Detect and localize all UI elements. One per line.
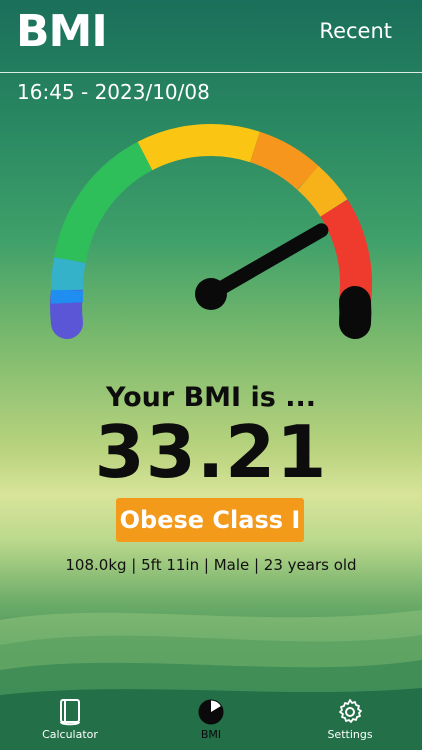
gauge-needle xyxy=(204,223,329,301)
bmi-heading: Your BMI is ... xyxy=(106,382,316,413)
gauge-segment-cyan xyxy=(51,256,86,291)
timestamp: 16:45 - 2023/10/08 xyxy=(17,80,210,104)
app-title: BMI xyxy=(16,6,108,57)
tab-label-settings: Settings xyxy=(327,728,373,741)
header-bar: BMI Recent xyxy=(0,0,422,73)
user-details: 108.0kg | 5ft 11in | Male | 23 years old xyxy=(65,556,357,574)
gauge-segment-yellow xyxy=(137,124,260,171)
gauge-segment-orange xyxy=(249,131,319,191)
bmi-category-badge: Obese Class I xyxy=(116,498,304,542)
gauge-segment-light-orange xyxy=(297,165,348,218)
bmi-value: 33.21 xyxy=(94,410,328,494)
tab-label-bmi: BMI xyxy=(200,728,222,741)
bmi-gauge xyxy=(50,124,373,339)
gauge-segment-green xyxy=(54,141,153,263)
gear-icon xyxy=(339,699,362,723)
tab-label-calculator: Calculator xyxy=(42,728,98,741)
tab-bmi[interactable]: BMI xyxy=(161,694,261,750)
pie-chart-icon xyxy=(198,699,224,725)
tab-calculator[interactable]: Calculator xyxy=(20,694,120,750)
recent-button[interactable]: Recent xyxy=(319,19,392,43)
gauge-hub xyxy=(195,278,227,310)
tab-settings[interactable]: Settings xyxy=(300,694,400,750)
book-icon xyxy=(60,699,80,726)
tab-bar: Calculator BMI Settings xyxy=(0,694,422,750)
